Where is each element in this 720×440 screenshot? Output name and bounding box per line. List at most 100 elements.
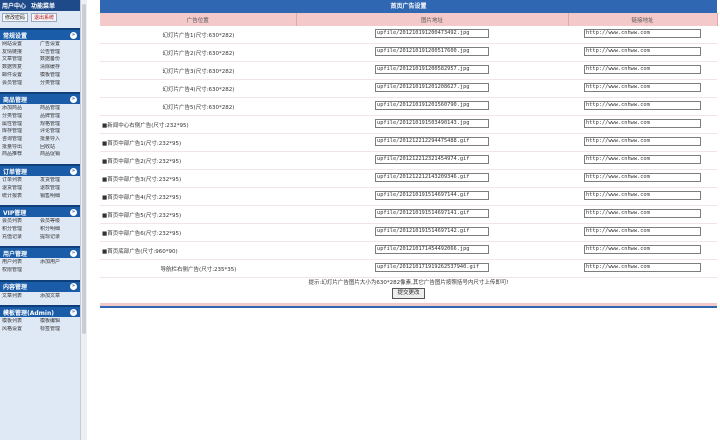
menu-item-link[interactable]: 品牌管理	[40, 113, 78, 121]
menu-item-link[interactable]: 数据备份	[40, 56, 78, 64]
menu-item-link[interactable]: 文章列表	[2, 293, 40, 301]
menu-group-header[interactable]: 订单管理 »	[0, 164, 80, 177]
menu-item-link[interactable]: 分类管理	[40, 80, 78, 88]
menu-item-link[interactable]: 会员列表	[2, 218, 40, 226]
link-url-input[interactable]: http://www.cnhww.com	[584, 29, 701, 38]
menu-item-link[interactable]: 标签管理	[40, 326, 78, 334]
link-url-input[interactable]: http://www.cnhww.com	[584, 65, 701, 74]
menu-item-link[interactable]: 清除缓存	[40, 64, 78, 72]
menu-item-link[interactable]: 回收站	[40, 144, 78, 152]
menu-item-link[interactable]: 添加商品	[2, 105, 40, 113]
link-url-input[interactable]: http://www.cnhww.com	[584, 209, 701, 218]
ad-position-label: ■新闻中心右侧广告(尺寸:232*95)	[100, 115, 296, 134]
menu-item-link[interactable]: 添加文章	[40, 293, 78, 301]
image-url-input[interactable]: upfile/201210191503490143.jpg	[375, 119, 489, 128]
menu-group-header[interactable]: 用户管理 »	[0, 246, 80, 259]
menu-item-link[interactable]: 会员管理	[2, 80, 40, 88]
menu-item-link[interactable]: 商品推荐	[2, 151, 40, 159]
function-menu-link[interactable]: 功能菜单	[31, 1, 55, 10]
ad-position-label: 幻灯片广告1(尺寸:630*282)	[100, 26, 296, 44]
menu-group-header[interactable]: VIP管理 »	[0, 205, 80, 218]
menu-item-link[interactable]: 会员等级	[40, 218, 78, 226]
menu-item-link[interactable]: 商品管理	[40, 105, 78, 113]
menu-item-link[interactable]: 文章管理	[2, 56, 40, 64]
image-url-input[interactable]: upfile/201210191514697144.gif	[375, 191, 489, 200]
menu-item-link[interactable]: 数据恢复	[2, 64, 40, 72]
menu-item-link[interactable]: 权限管理	[2, 267, 40, 275]
collapse-chevron-icon[interactable]: »	[70, 283, 77, 291]
ad-position-label: ■首页中部广告3(尺寸:232*95)	[100, 169, 296, 188]
image-url-input[interactable]: upfile/201210191201560790.jpg	[375, 101, 489, 110]
menu-item-link[interactable]: 退款管理	[40, 185, 78, 193]
collapse-chevron-icon[interactable]: »	[70, 249, 77, 257]
collapse-chevron-icon[interactable]: »	[70, 167, 77, 175]
menu-group-header[interactable]: 内容管理 »	[0, 279, 80, 292]
user-center-link[interactable]: 用户中心	[2, 1, 26, 10]
menu-group-header[interactable]: 商品管理 »	[0, 92, 80, 105]
image-url-input[interactable]: upfile/201210191200582957.jpg	[375, 65, 489, 74]
image-url-input[interactable]: upfile/201210191200473492.jpg	[375, 29, 489, 38]
menu-item-link[interactable]: 退货管理	[2, 185, 40, 193]
link-url-input[interactable]: http://www.cnhww.com	[584, 101, 701, 110]
link-url-input[interactable]: http://www.cnhww.com	[584, 263, 701, 272]
menu-item-link[interactable]: 用户列表	[2, 259, 40, 267]
link-url-input[interactable]: http://www.cnhww.com	[584, 191, 701, 200]
menu-item-link[interactable]: 批量导入	[40, 136, 78, 144]
menu-item-link[interactable]: 模板列表	[2, 318, 40, 326]
image-url-input[interactable]: upfile/201210191514697142.gif	[375, 227, 489, 236]
menu-item-link[interactable]: 添加用户	[40, 259, 78, 267]
collapse-chevron-icon[interactable]: »	[70, 308, 77, 316]
menu-group-header[interactable]: 模板管理(Admin) »	[0, 305, 80, 318]
menu-item-link[interactable]: 属性管理	[2, 121, 40, 129]
menu-item-link[interactable]: 提现记录	[40, 234, 78, 242]
submit-button[interactable]: 提交更改	[392, 288, 425, 299]
menu-item-link[interactable]: 邮件设置	[2, 72, 40, 80]
menu-item-link[interactable]: 规格管理	[40, 121, 78, 129]
table-row: ■新闻中心右侧广告(尺寸:232*95) upfile/2012101915034…	[100, 115, 717, 134]
menu-item-link[interactable]: 模板管理	[40, 72, 78, 80]
link-url-input[interactable]: http://www.cnhww.com	[584, 155, 701, 164]
collapse-chevron-icon[interactable]: »	[70, 95, 77, 103]
link-url-input[interactable]: http://www.cnhww.com	[584, 245, 701, 254]
change-password-button[interactable]: 修改密码	[2, 13, 29, 22]
menu-item-link[interactable]: 公告管理	[40, 49, 78, 57]
image-url-input[interactable]: upfile/201210191200517600.jpg	[375, 47, 489, 56]
collapse-chevron-icon[interactable]: »	[70, 31, 77, 39]
menu-item-link[interactable]: 商品促销	[40, 151, 78, 159]
image-url-input[interactable]: upfile/201212212143209346.gif	[375, 173, 489, 182]
menu-item-link[interactable]: 模板编辑	[40, 318, 78, 326]
menu-item-link[interactable]: 咨询管理	[2, 136, 40, 144]
image-url-input[interactable]: upfile/201210171919262537940.gif	[375, 263, 489, 272]
link-url-input[interactable]: http://www.cnhww.com	[584, 119, 701, 128]
logout-button[interactable]: 退出系统	[31, 13, 58, 22]
image-url-input[interactable]: upfile/201212212294475488.gif	[375, 137, 489, 146]
link-url-input[interactable]: http://www.cnhww.com	[584, 83, 701, 92]
menu-item-link[interactable]: 批量导出	[2, 144, 40, 152]
menu-group-header[interactable]: 常规设置 »	[0, 28, 80, 40]
menu-item-link[interactable]: 积分明细	[40, 226, 78, 234]
link-url-input[interactable]: http://www.cnhww.com	[584, 47, 701, 56]
link-url-input[interactable]: http://www.cnhww.com	[584, 137, 701, 146]
image-url-input[interactable]: upfile/201210191201208627.jpg	[375, 83, 489, 92]
menu-item-link[interactable]: 评论管理	[40, 128, 78, 136]
menu-item-link[interactable]: 友情链接	[2, 49, 40, 57]
menu-item-link[interactable]: 分类管理	[2, 113, 40, 121]
menu-item-link[interactable]: 订单列表	[2, 177, 40, 185]
menu-item-link[interactable]: 销售明细	[40, 193, 78, 201]
link-url-input[interactable]: http://www.cnhww.com	[584, 173, 701, 182]
menu-item-link[interactable]: 广告设置	[40, 41, 78, 49]
image-url-input[interactable]: upfile/201212212321454974.gif	[375, 155, 489, 164]
sidebar-scrollbar[interactable]	[80, 0, 87, 440]
link-url-input[interactable]: http://www.cnhww.com	[584, 227, 701, 236]
menu-item-link[interactable]: 发货管理	[40, 177, 78, 185]
image-url-input[interactable]: upfile/201210191514697141.gif	[375, 209, 489, 218]
collapse-chevron-icon[interactable]: »	[70, 208, 77, 216]
menu-item-link[interactable]: 库存管理	[2, 128, 40, 136]
menu-item-link[interactable]: 积分管理	[2, 226, 40, 234]
scrollbar-thumb[interactable]	[82, 4, 86, 334]
image-url-input[interactable]: upfile/201210171454492066.jpg	[375, 245, 489, 254]
menu-item-link[interactable]: 风格设置	[2, 326, 40, 334]
menu-item-link[interactable]: 充值记录	[2, 234, 40, 242]
menu-item-link[interactable]: 网站设置	[2, 41, 40, 49]
menu-item-link[interactable]: 统计报表	[2, 193, 40, 201]
